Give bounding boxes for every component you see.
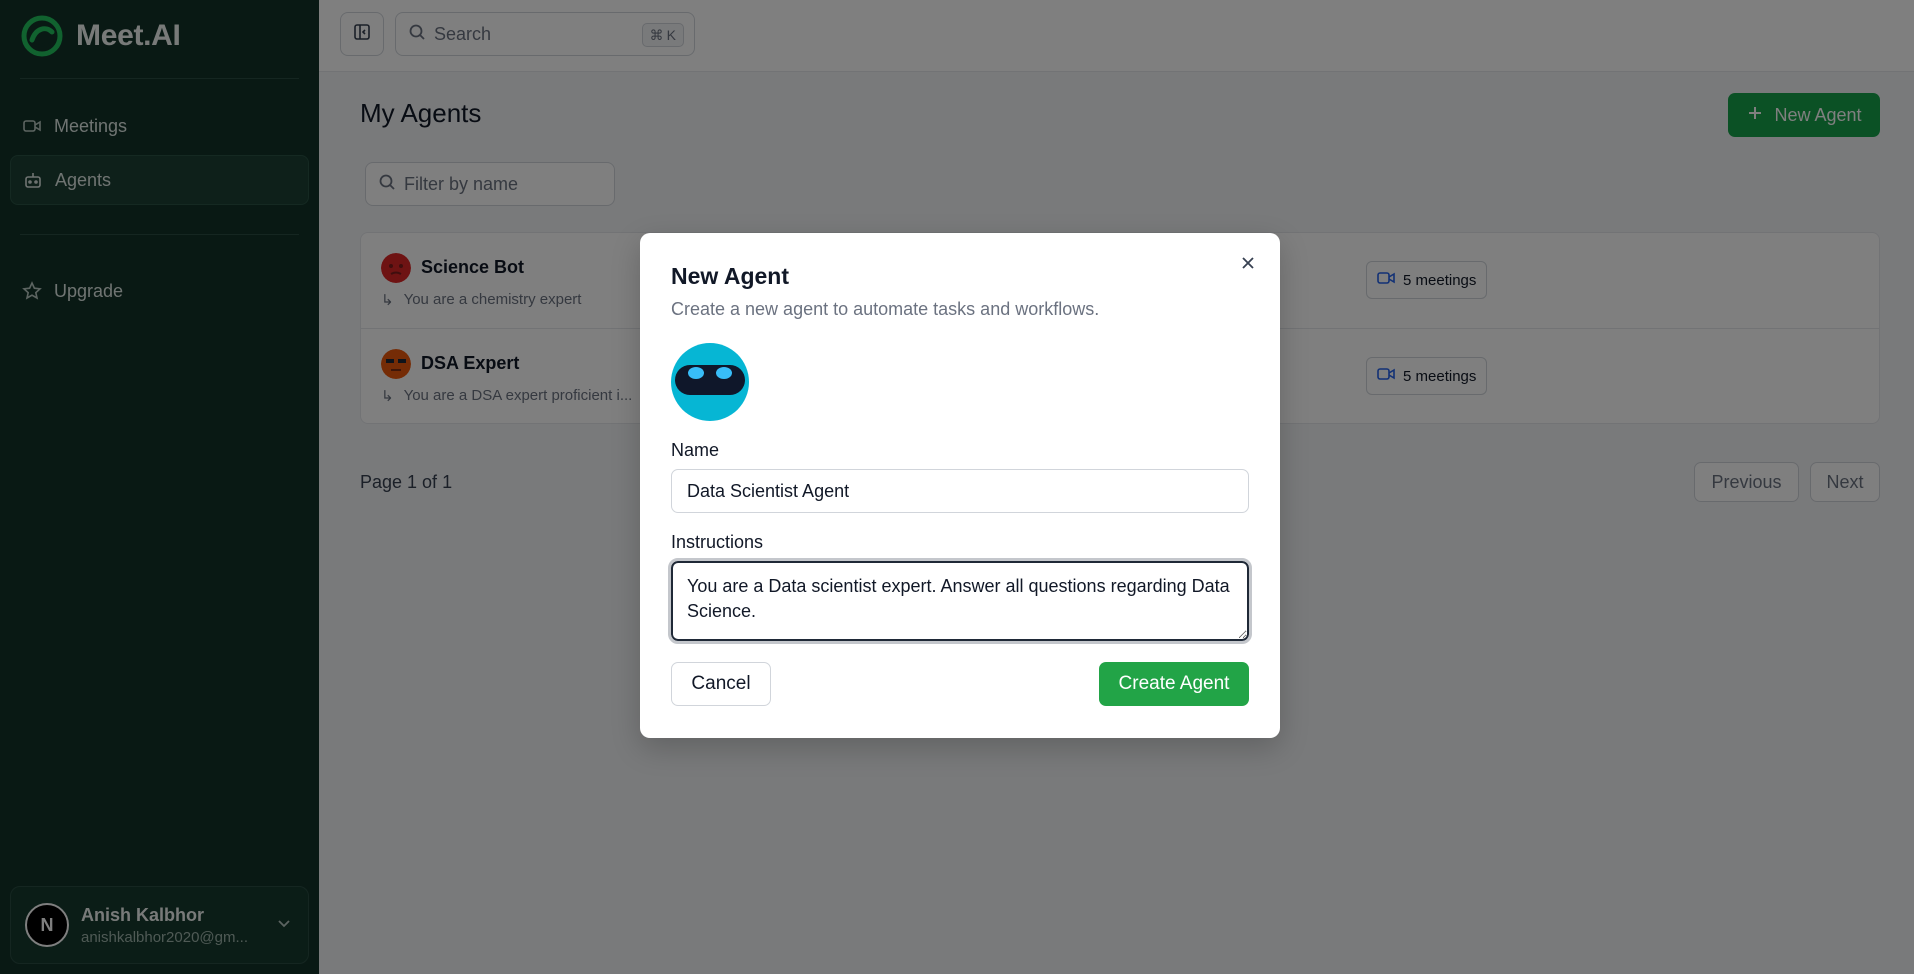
name-label: Name [671,440,720,460]
cancel-button[interactable]: Cancel [671,662,771,706]
instructions-textarea[interactable]: You are a Data scientist expert. Answer … [668,558,1252,644]
dialog-title: New Agent [671,263,789,289]
robot-avatar-icon [671,343,749,421]
new-agent-dialog: New Agent Create a new agent to automate… [640,233,1280,738]
close-button[interactable] [1236,253,1260,277]
name-input[interactable] [671,469,1249,513]
close-icon [1240,255,1256,276]
dialog-description: Create a new agent to automate tasks and… [671,299,1100,319]
create-agent-button[interactable]: Create Agent [1099,662,1249,706]
instructions-label: Instructions [671,532,764,552]
